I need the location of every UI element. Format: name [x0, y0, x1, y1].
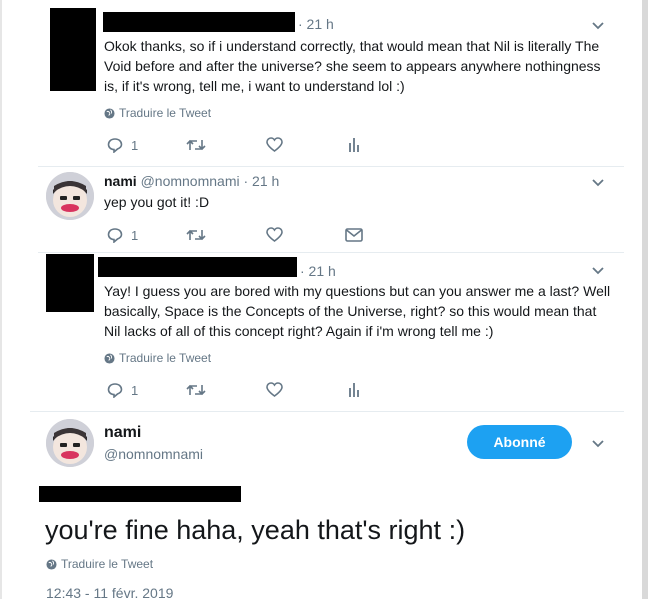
translate-label: Traduire le Tweet	[119, 106, 212, 120]
redacted-text	[39, 486, 241, 502]
tweet-time[interactable]: · 21 h	[298, 16, 334, 32]
analytics-icon[interactable]	[348, 137, 360, 152]
tweet-text-line: basically, Space is the Concepts of the …	[104, 303, 597, 319]
globe-icon	[104, 107, 115, 119]
reply-button[interactable]: 1	[107, 382, 138, 398]
window-border-right	[642, 0, 648, 599]
tweet-time[interactable]: · 21 h	[300, 263, 336, 279]
chevron-down-icon[interactable]	[591, 266, 605, 276]
reply-button[interactable]: 1	[107, 227, 138, 243]
tweet-text: Yay! I guess you are bored with my quest…	[104, 281, 610, 341]
retweet-icon[interactable]	[186, 228, 206, 242]
redacted-username	[98, 257, 297, 277]
tweet-text-line: is, if it's wrong, tell me, i want to un…	[104, 78, 405, 94]
translate-link[interactable]: Traduire le Tweet	[104, 351, 211, 365]
divider	[38, 252, 624, 253]
translate-label: Traduire le Tweet	[61, 557, 154, 571]
like-icon[interactable]	[266, 227, 283, 242]
chevron-down-icon[interactable]	[591, 21, 605, 31]
reply-icon	[107, 383, 123, 398]
globe-icon	[104, 352, 115, 364]
reply-count: 1	[131, 137, 139, 153]
chevron-down-icon[interactable]	[591, 439, 605, 449]
translate-link[interactable]: Traduire le Tweet	[104, 106, 211, 120]
analytics-icon[interactable]	[348, 382, 360, 397]
avatar-image	[46, 419, 94, 467]
avatar[interactable]	[46, 172, 94, 220]
tweet-text-line: Nil lacks of all of this concept right? …	[104, 323, 494, 339]
reply-icon	[107, 228, 123, 243]
divider	[38, 166, 624, 167]
redacted-username	[103, 12, 295, 32]
window-border-left	[0, 0, 2, 599]
tweet-text-line: Void before and after the universe? she …	[104, 58, 601, 74]
translate-link[interactable]: Traduire le Tweet	[46, 557, 153, 571]
dm-icon[interactable]	[345, 228, 363, 242]
tweet-text: yep you got it! :D	[104, 194, 210, 210]
tweet-text-line: Yay! I guess you are bored with my quest…	[104, 283, 611, 299]
avatar-image	[46, 172, 94, 220]
like-icon[interactable]	[266, 137, 283, 152]
reply-count: 1	[131, 227, 139, 243]
retweet-icon[interactable]	[186, 383, 206, 397]
main-tweet-text: you're fine haha, yeah that's right :)	[45, 515, 466, 545]
user-handle[interactable]: @nomnomnami	[104, 446, 203, 462]
translate-label: Traduire le Tweet	[119, 351, 212, 365]
divider	[30, 411, 624, 412]
tweet-text-line: Okok thanks, so if i understand correctl…	[104, 38, 600, 54]
reply-icon	[107, 138, 123, 153]
user-name[interactable]: nami	[104, 173, 137, 189]
chevron-down-icon[interactable]	[591, 178, 605, 188]
like-icon[interactable]	[266, 382, 283, 397]
redacted-avatar	[46, 254, 94, 312]
tweet-header: nami @nomnomnami · 21 h	[104, 173, 279, 189]
globe-icon	[46, 558, 57, 570]
user-handle[interactable]: @nomnomnami · 21 h	[141, 173, 280, 189]
redacted-avatar	[50, 8, 96, 91]
tweet-text: Okok thanks, so if i understand correctl…	[104, 36, 601, 96]
reply-button[interactable]: 1	[107, 137, 138, 153]
avatar[interactable]	[46, 419, 94, 467]
user-name[interactable]: nami	[104, 424, 141, 442]
follow-button[interactable]: Abonné	[467, 425, 572, 459]
reply-count: 1	[131, 382, 139, 398]
retweet-icon[interactable]	[186, 138, 206, 152]
